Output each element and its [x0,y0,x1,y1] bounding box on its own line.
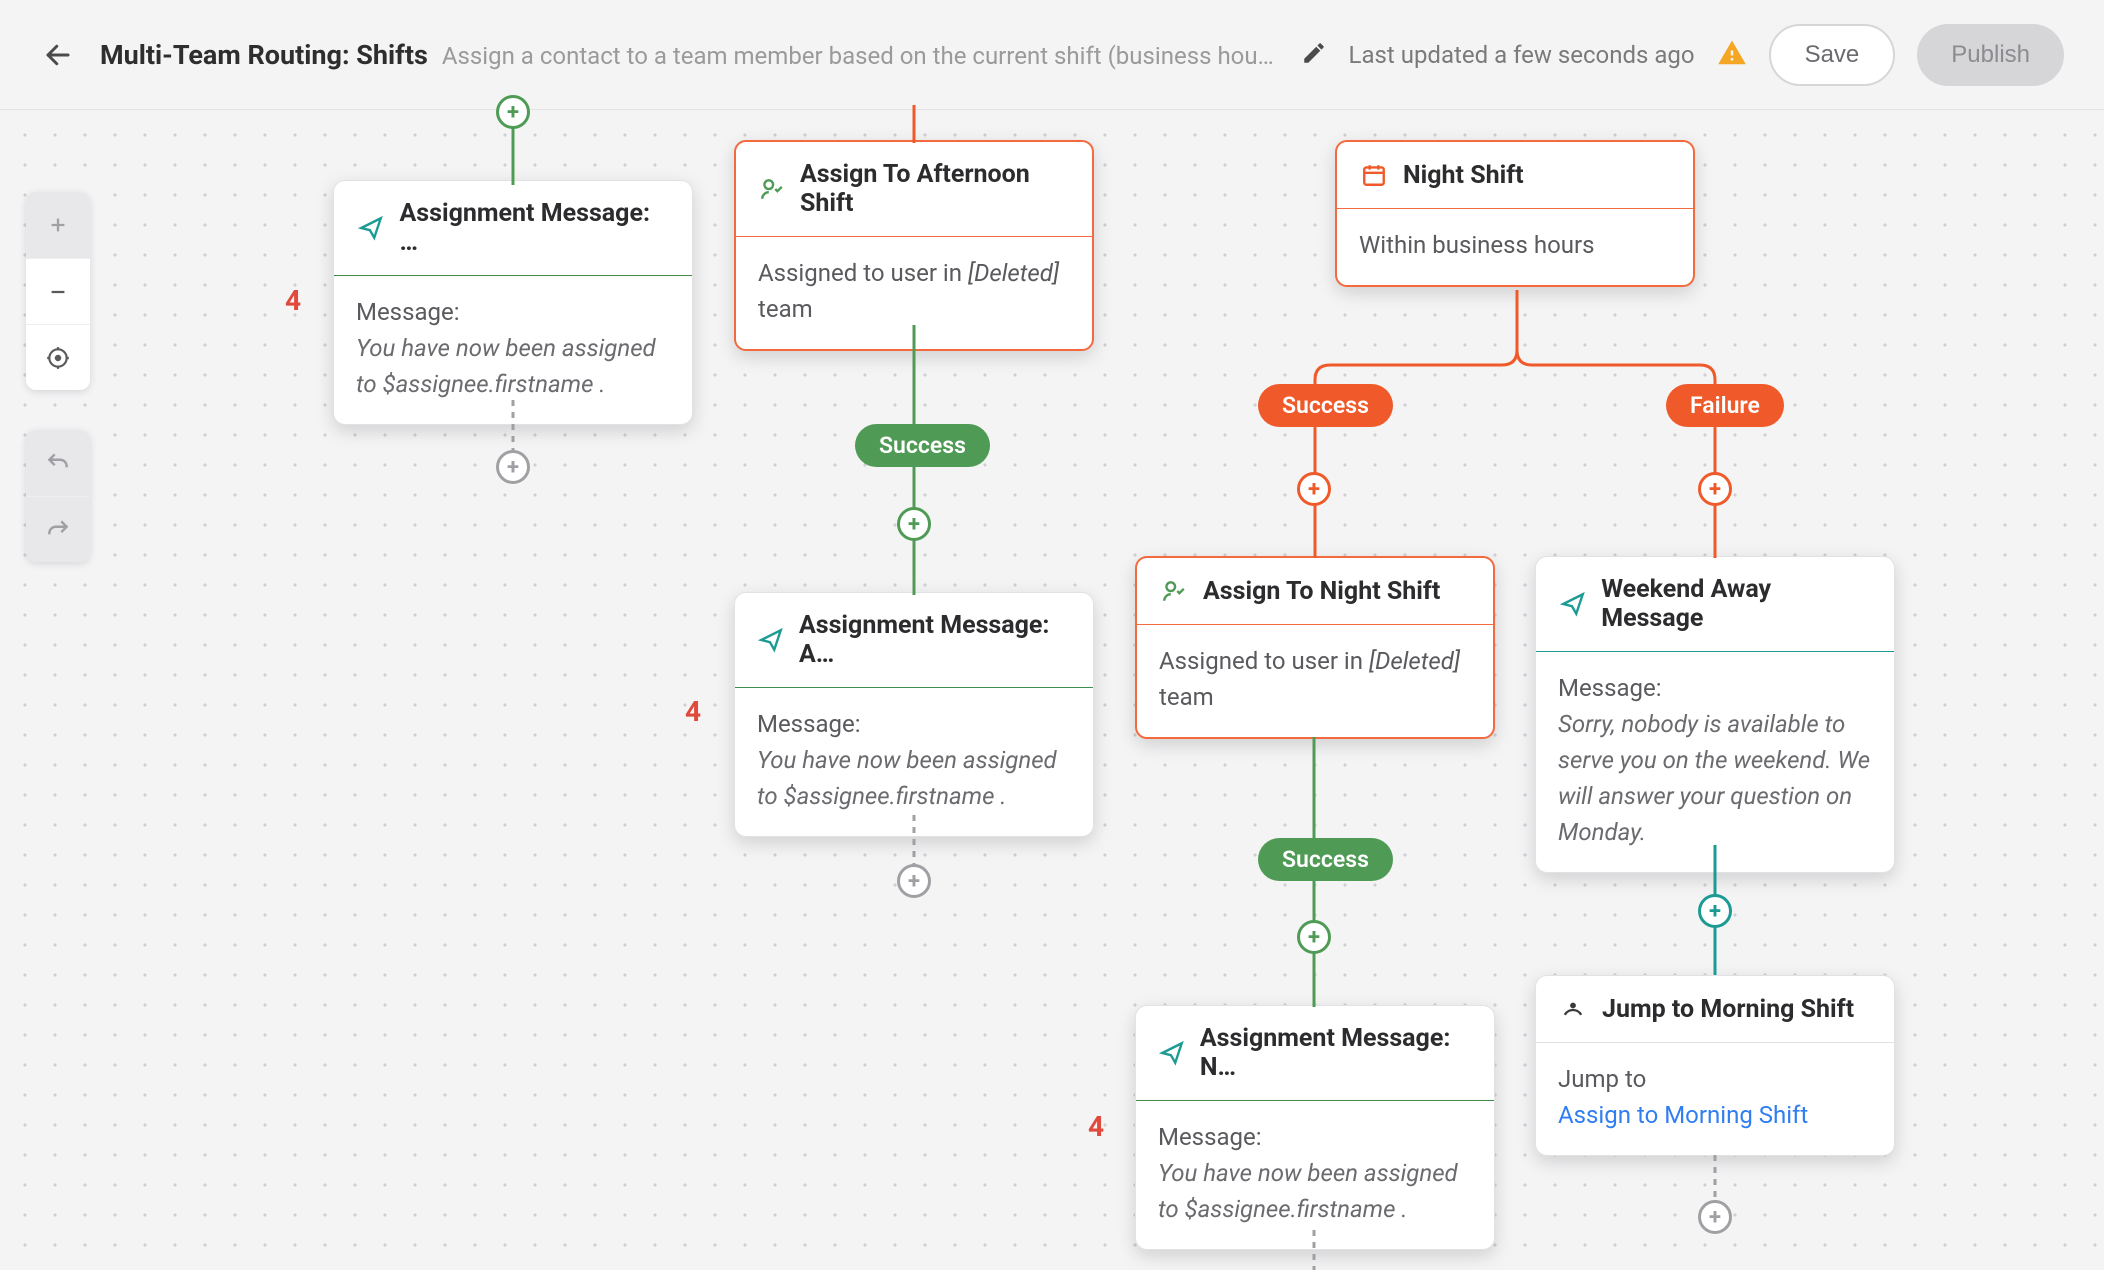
node-assign-afternoon[interactable]: Assign To Afternoon Shift Assigned to us… [734,140,1094,351]
body-post: team [758,295,813,323]
body-pre: Assigned to user in [1159,647,1369,675]
back-button[interactable] [40,37,76,73]
node-night-shift[interactable]: Night Shift Within business hours [1335,140,1695,287]
node-header: Assignment Message: N… [1136,1006,1494,1101]
node-weekend-away[interactable]: Weekend Away Message Message: Sorry, nob… [1535,556,1895,873]
header-actions: Last updated a few seconds ago Save Publ… [1301,24,2064,86]
node-header: Assign To Night Shift [1137,558,1493,625]
publish-button[interactable]: Publish [1917,24,2064,86]
node-assign-night[interactable]: Assign To Night Shift Assigned to user i… [1135,556,1495,739]
node-body: Within business hours [1337,209,1693,285]
node-assignment-message-1[interactable]: Assignment Message: … Message: You have … [333,180,693,425]
body-text: You have now been assigned to $assignee.… [757,742,1071,814]
send-icon [356,213,385,243]
node-header: Assign To Afternoon Shift [736,142,1092,237]
recenter-button[interactable] [26,324,90,390]
send-icon [1558,589,1587,619]
body-text: Within business hours [1359,231,1595,259]
success-pill: Success [855,424,990,467]
body-label: Message: [356,294,670,330]
zoom-group [26,192,90,390]
node-title: Weekend Away Message [1601,575,1872,633]
node-body: Message: You have now been assigned to $… [735,688,1093,836]
success-pill: Success [1258,838,1393,881]
calendar-icon [1359,160,1389,190]
success-pill: Success [1258,384,1393,427]
zoom-out-button[interactable] [26,258,90,324]
body-text: Sorry, nobody is available to serve you … [1558,706,1872,850]
node-header: Night Shift [1337,142,1693,209]
body-label: Message: [1558,670,1872,706]
add-step-button[interactable]: + [897,507,931,541]
node-jump-morning[interactable]: Jump to Morning Shift Jump to Assign to … [1535,975,1895,1156]
node-body: Jump to Assign to Morning Shift [1536,1043,1894,1155]
node-body: Message: Sorry, nobody is available to s… [1536,652,1894,872]
node-header: Weekend Away Message [1536,557,1894,652]
body-label: Jump to [1558,1061,1872,1097]
body-post: team [1159,683,1214,711]
title-block: Multi-Team Routing: Shifts Assign a cont… [100,39,1277,71]
body-text: You have now been assigned to $assignee.… [356,330,670,402]
node-body: Assigned to user in [Deleted] team [1137,625,1493,737]
jump-link[interactable]: Assign to Morning Shift [1558,1097,1872,1133]
body-pre: Assigned to user in [758,259,968,287]
body-deleted: [Deleted] [968,259,1059,287]
jump-icon [1558,994,1588,1024]
add-step-button[interactable]: + [496,450,530,484]
node-title: Assign To Night Shift [1203,577,1440,606]
add-step-button[interactable]: + [1297,472,1331,506]
add-step-button[interactable]: + [1698,894,1732,928]
node-title: Assignment Message: A… [799,611,1071,669]
node-title: Night Shift [1403,161,1524,190]
body-text: You have now been assigned to $assignee.… [1158,1155,1472,1227]
add-step-button[interactable]: + [1698,1200,1732,1234]
redo-button[interactable] [26,496,90,562]
node-header: Assignment Message: … [334,181,692,276]
node-assignment-message-2[interactable]: Assignment Message: A… Message: You have… [734,592,1094,837]
edit-icon[interactable] [1301,40,1327,70]
add-step-button[interactable]: + [1698,472,1732,506]
warning-icon [1717,38,1747,72]
user-check-icon [758,174,786,204]
error-badge: 4 [1088,1110,1104,1143]
zoom-in-button[interactable] [26,192,90,258]
node-title: Assignment Message: N… [1200,1024,1472,1082]
page-subtitle: Assign a contact to a team member based … [442,42,1277,70]
node-assignment-message-3[interactable]: Assignment Message: N… Message: You have… [1135,1005,1495,1250]
workflow-canvas[interactable]: + Assignment Message: … Message: You hav… [0,110,2104,1260]
send-icon [1158,1038,1186,1068]
body-deleted: [Deleted] [1369,647,1460,675]
node-title: Assignment Message: … [399,199,670,257]
page-title: Multi-Team Routing: Shifts [100,39,428,71]
undo-button[interactable] [26,430,90,496]
failure-pill: Failure [1666,384,1784,427]
last-updated: Last updated a few seconds ago [1349,41,1695,69]
add-step-button[interactable]: + [897,864,931,898]
node-body: Message: You have now been assigned to $… [1136,1101,1494,1249]
history-group [26,430,90,562]
error-badge: 4 [285,284,301,317]
body-label: Message: [757,706,1071,742]
body-label: Message: [1158,1119,1472,1155]
add-step-button[interactable]: + [1297,920,1331,954]
header: Multi-Team Routing: Shifts Assign a cont… [0,0,2104,110]
canvas-toolbar [26,192,90,562]
user-check-icon [1159,576,1189,606]
node-title: Jump to Morning Shift [1602,995,1854,1024]
save-button[interactable]: Save [1769,24,1896,86]
node-title: Assign To Afternoon Shift [800,160,1070,218]
add-step-button[interactable]: + [496,95,530,129]
node-header: Jump to Morning Shift [1536,976,1894,1043]
node-header: Assignment Message: A… [735,593,1093,688]
send-icon [757,625,785,655]
error-badge: 4 [685,695,701,728]
